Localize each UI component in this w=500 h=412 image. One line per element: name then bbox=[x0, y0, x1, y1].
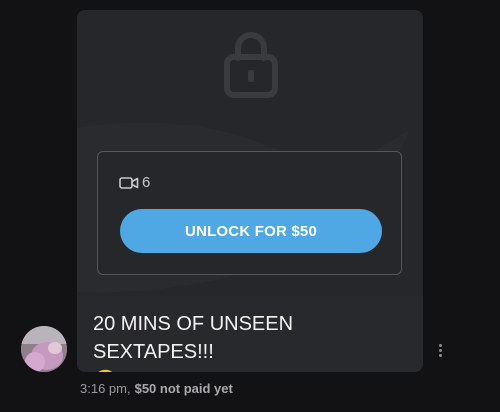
media-count-value: 6 bbox=[142, 174, 151, 191]
price-status: $50 not paid yet bbox=[134, 381, 233, 396]
locked-message-card: 6 UNLOCK FOR $50 20 MINS OF UNSEEN SEXTA… bbox=[77, 10, 423, 372]
lock-icon bbox=[224, 32, 278, 98]
menu-dot bbox=[438, 353, 442, 357]
avatar-image bbox=[21, 326, 67, 372]
drooling-face-emoji: 🤤 bbox=[93, 367, 118, 372]
message-time: 3:16 pm, bbox=[80, 381, 131, 396]
unlock-button[interactable]: UNLOCK FOR $50 bbox=[120, 209, 382, 253]
menu-dot bbox=[438, 343, 442, 347]
video-camera-icon bbox=[119, 176, 139, 189]
media-count: 6 bbox=[119, 174, 150, 191]
message-meta: 3:16 pm, $50 not paid yet bbox=[80, 381, 233, 396]
menu-dot bbox=[438, 348, 442, 352]
message-caption: 20 MINS OF UNSEEN SEXTAPES!!! bbox=[93, 313, 294, 363]
unlock-panel: 6 UNLOCK FOR $50 bbox=[97, 151, 402, 275]
avatar[interactable] bbox=[21, 326, 67, 372]
more-vertical-icon[interactable] bbox=[432, 338, 448, 362]
message-text: 20 MINS OF UNSEEN SEXTAPES!!! 🤤 bbox=[93, 310, 413, 372]
locked-media-preview[interactable]: 6 UNLOCK FOR $50 bbox=[77, 10, 423, 296]
